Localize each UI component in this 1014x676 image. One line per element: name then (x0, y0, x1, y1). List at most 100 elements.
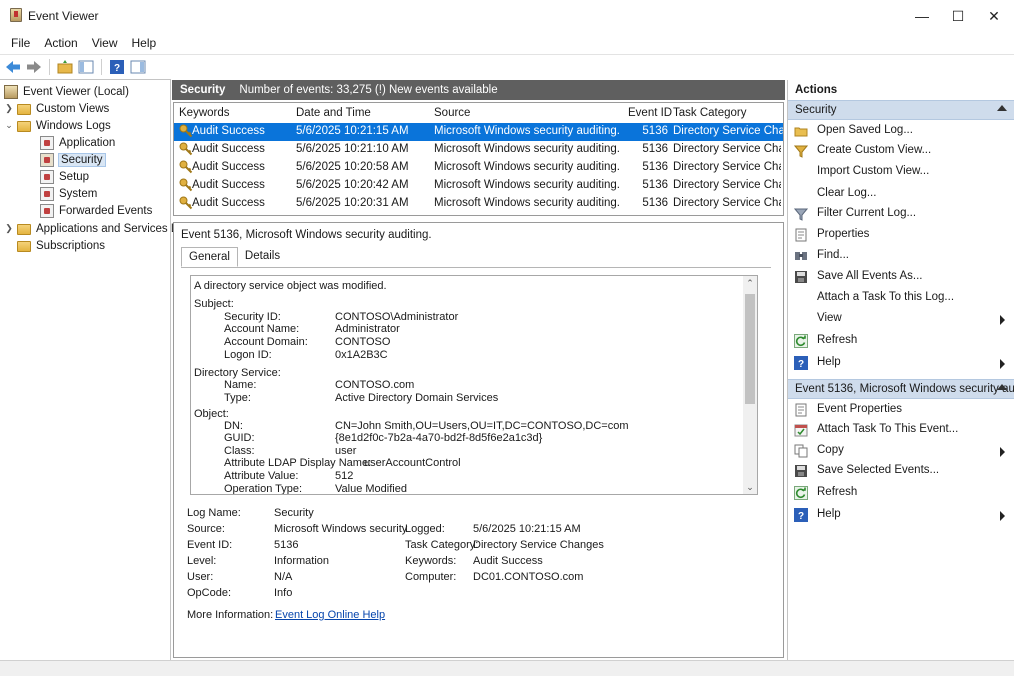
folder-open-icon (794, 127, 808, 137)
security-log-icon (40, 152, 54, 167)
properties-icon (795, 228, 807, 242)
audit-success-key-icon (179, 124, 193, 138)
collapse-up-icon[interactable] (997, 384, 1007, 390)
save-icon (795, 465, 807, 477)
grid-header: Keywords Date and Time Source Event ID T… (174, 103, 783, 123)
action-view[interactable]: View (788, 309, 1014, 329)
menu-action[interactable]: Action (37, 36, 84, 50)
scroll-up-icon[interactable]: ⌃ (743, 276, 757, 290)
action-import-custom-view[interactable]: Import Custom View... (788, 162, 1014, 182)
tree-item-forwarded-events[interactable]: Forwarded Events (40, 202, 152, 219)
svg-text:?: ? (798, 359, 804, 370)
chevron-right-icon[interactable]: ❯ (4, 103, 14, 114)
console-tree: Event Viewer (Local) ❯ Custom Views ⌄ Wi… (0, 79, 196, 660)
column-keywords[interactable]: Keywords (179, 107, 230, 119)
help-icon[interactable]: ? (108, 58, 126, 76)
action-attach-task-to-log[interactable]: Attach a Task To this Log... (788, 288, 1014, 308)
close-button[interactable]: ✕ (976, 0, 1012, 32)
column-date-time[interactable]: Date and Time (296, 107, 371, 119)
chevron-right-icon[interactable]: ❯ (4, 223, 14, 234)
event-row[interactable]: Audit Success 5/6/2025 10:21:15 AM Micro… (174, 123, 783, 141)
folder-icon (17, 224, 31, 235)
event-log-online-help-link[interactable]: Event Log Online Help (275, 609, 385, 621)
tree-item-subscriptions[interactable]: Subscriptions (4, 237, 105, 254)
status-bar (0, 660, 1014, 676)
maximize-button[interactable]: ☐ (940, 0, 976, 32)
event-row[interactable]: Audit Success 5/6/2025 10:20:31 AM Micro… (174, 195, 783, 213)
tree-item-windows-logs[interactable]: ⌄ Windows Logs (4, 117, 111, 134)
menu-view[interactable]: View (85, 36, 125, 50)
action-help[interactable]: ? Help (788, 353, 1014, 373)
column-source[interactable]: Source (434, 107, 470, 119)
action-attach-task-to-event[interactable]: Attach Task To This Event... (788, 420, 1014, 440)
menu-bar: File Action View Help (0, 32, 1014, 54)
back-arrow-icon[interactable] (4, 58, 22, 76)
log-header-bar: Security Number of events: 33,275 (!) Ne… (172, 80, 785, 100)
tab-details[interactable]: Details (238, 247, 287, 267)
show-hide-actions-icon[interactable] (129, 58, 147, 76)
actions-section-event[interactable]: Event 5136, Microsoft Windows security a… (788, 379, 1014, 399)
log-name-title: Security (180, 84, 226, 96)
event-viewer-icon (4, 84, 18, 99)
action-filter-current-log[interactable]: Filter Current Log... (788, 204, 1014, 224)
filter-icon (794, 208, 808, 221)
action-event-properties[interactable]: Event Properties (788, 400, 1014, 420)
collapse-up-icon[interactable] (997, 105, 1007, 111)
tree-item-event-viewer-local[interactable]: Event Viewer (Local) (4, 83, 129, 100)
folder-icon (17, 104, 31, 115)
column-event-id[interactable]: Event ID (628, 107, 672, 119)
actions-section-security[interactable]: Security (788, 100, 1014, 120)
menu-file[interactable]: File (4, 36, 37, 50)
event-row[interactable]: Audit Success 5/6/2025 10:20:42 AM Micro… (174, 177, 783, 195)
detail-tabs: General Details (181, 247, 287, 269)
scroll-down-icon[interactable]: ⌄ (743, 480, 757, 494)
log-icon (40, 186, 54, 201)
event-row[interactable]: Audit Success 5/6/2025 10:20:58 AM Micro… (174, 159, 783, 177)
tree-item-system[interactable]: System (40, 185, 97, 202)
audit-success-key-icon (179, 160, 193, 174)
copy-icon (794, 444, 808, 458)
action-properties[interactable]: Properties (788, 225, 1014, 245)
action-copy[interactable]: Copy (788, 441, 1014, 461)
window-title: Event Viewer (28, 9, 99, 23)
action-refresh-event[interactable]: Refresh (788, 483, 1014, 503)
action-save-all-events[interactable]: Save All Events As... (788, 267, 1014, 287)
scrollbar-thumb[interactable] (745, 294, 755, 404)
tree-item-security[interactable]: Security (40, 151, 106, 168)
task-icon (794, 424, 808, 437)
actions-pane: Actions Security Open Saved Log... Creat… (787, 80, 1014, 660)
audit-success-key-icon (179, 178, 193, 192)
event-description-box[interactable]: A directory service object was modified.… (190, 275, 758, 495)
tree-item-application[interactable]: Application (40, 134, 115, 151)
action-find[interactable]: Find... (788, 246, 1014, 266)
tree-item-custom-views[interactable]: ❯ Custom Views (4, 100, 109, 117)
action-clear-log[interactable]: Clear Log... (788, 184, 1014, 204)
tree-item-setup[interactable]: Setup (40, 168, 89, 185)
submenu-arrow-icon (1000, 359, 1005, 369)
title-bar: Event Viewer — ☐ ✕ (0, 0, 1014, 32)
chevron-down-icon[interactable]: ⌄ (4, 120, 14, 131)
tab-general[interactable]: General (181, 247, 238, 267)
submenu-arrow-icon (1000, 447, 1005, 457)
event-row[interactable]: Audit Success 5/6/2025 10:21:10 AM Micro… (174, 141, 783, 159)
log-icon (40, 135, 54, 150)
tree-item-apps-services-logs[interactable]: ❯ Applications and Services Logs (4, 220, 196, 237)
minimize-button[interactable]: — (904, 0, 940, 32)
action-create-custom-view[interactable]: Create Custom View... (788, 141, 1014, 161)
save-icon (795, 271, 807, 283)
action-open-saved-log[interactable]: Open Saved Log... (788, 121, 1014, 141)
show-hide-tree-icon[interactable] (77, 58, 95, 76)
filter-icon (794, 145, 808, 158)
up-folder-icon[interactable] (56, 58, 74, 76)
action-help-event[interactable]: ? Help (788, 505, 1014, 525)
forward-arrow-icon[interactable] (25, 58, 43, 76)
audit-success-key-icon (179, 196, 193, 210)
refresh-icon (794, 486, 808, 500)
menu-help[interactable]: Help (125, 36, 164, 50)
description-scrollbar[interactable]: ⌃ ⌄ (743, 276, 757, 494)
column-task-category[interactable]: Task Category (673, 107, 747, 119)
action-save-selected-events[interactable]: Save Selected Events... (788, 461, 1014, 481)
action-refresh[interactable]: Refresh (788, 331, 1014, 351)
find-icon (795, 252, 807, 260)
log-icon (40, 169, 54, 184)
